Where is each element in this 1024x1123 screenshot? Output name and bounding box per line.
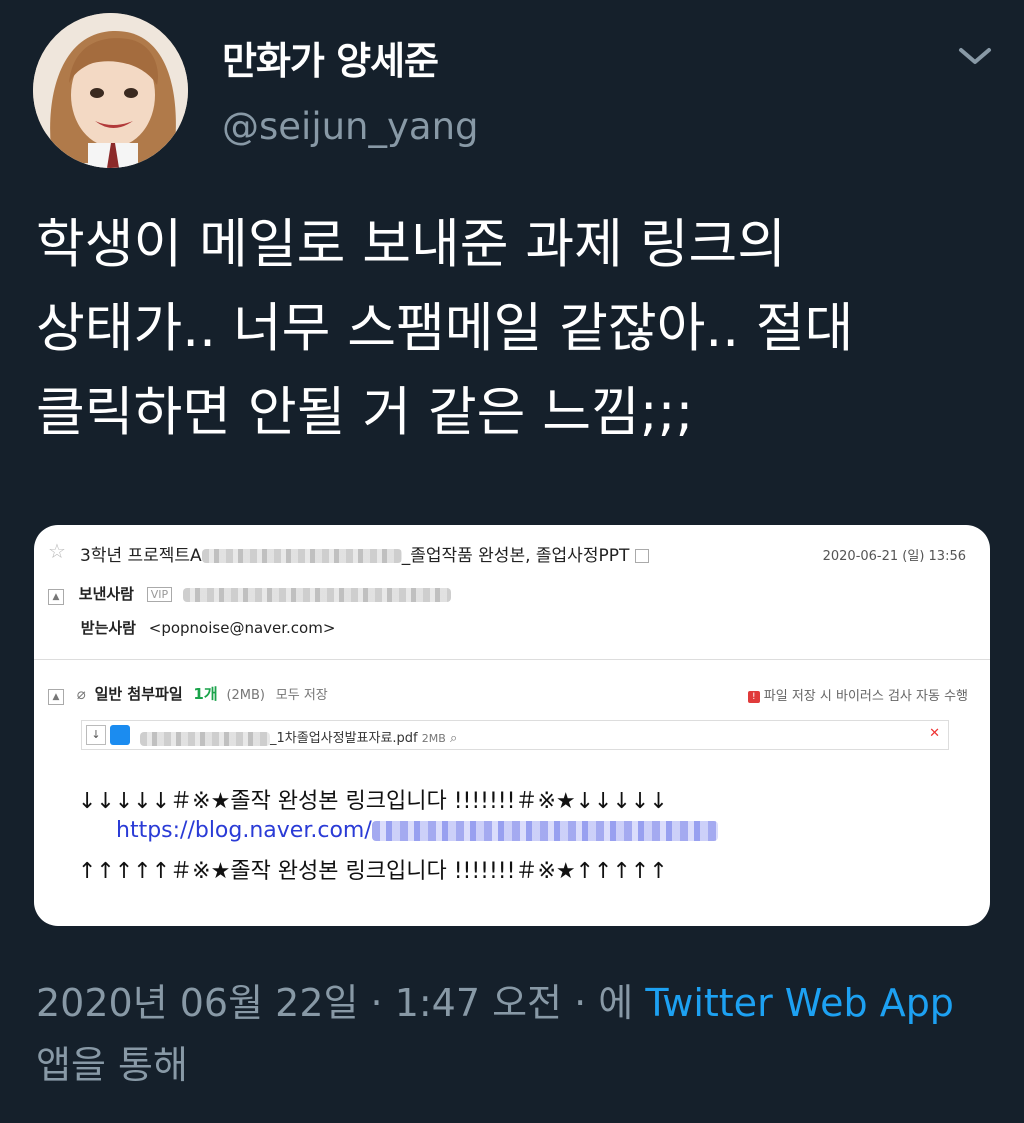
redacted-file-prefix (140, 731, 270, 746)
virus-notice: ! 파일 저장 시 바이러스 검사 자동 수행 (747, 685, 968, 704)
close-icon: ✕ (929, 726, 940, 741)
attachment-count: 1개 (193, 685, 218, 703)
avatar[interactable] (33, 13, 188, 168)
email-subject-suffix: _졸업작품 완성본, 졸업사정PPT (401, 546, 630, 566)
star-icon: ☆ (48, 539, 66, 563)
attached-image[interactable]: ☆ 3학년 프로젝트A _졸업작품 완성본, 졸업사정PPT 2020-06-21… (34, 525, 990, 926)
virus-notice-text: 파일 저장 시 바이러스 검사 자동 수행 (763, 689, 968, 704)
warning-icon: ! (747, 690, 760, 703)
user-handle[interactable]: @seijun_yang (222, 105, 479, 148)
paperclip-icon: ⌀ (76, 685, 86, 703)
tweet-meta: 2020년 06월 22일 · 1:47 오전 · 에 Twitter Web … (36, 972, 996, 1096)
via-suffix: 앱을 통해 (36, 1043, 188, 1087)
link-prefix: https://blog.naver.com/ (116, 818, 372, 843)
tweet-line: 클릭하면 안될 거 같은 느낌;;; (36, 382, 694, 443)
tweet-text: 학생이 메일로 보내준 과제 링크의 상태가.. 너무 스팸메일 같잖아.. 절… (36, 203, 996, 455)
attachment-size: (2MB) (226, 688, 265, 703)
email-body-line: ↑↑↑↑↑＃※★졸작 완성본 링크입니다 !!!!!!!＃※★↑↑↑↑↑ (78, 859, 668, 884)
chevron-down-icon[interactable] (955, 38, 995, 72)
attachment-row: ▲ ⌀ 일반 첨부파일 1개 (2MB) 모두 저장 ! 파일 저장 시 바이러스… (48, 683, 968, 705)
vip-badge: VIP (146, 587, 173, 602)
email-date: 2020-06-21 (일) 13:56 (822, 549, 966, 564)
email-subject-row: ☆ 3학년 프로젝트A _졸업작품 완성본, 졸업사정PPT 2020-06-21… (34, 539, 990, 569)
attachment-file: ↓ _1차졸업사정발표자료.pdf 2MB ⌕ ✕ (81, 720, 949, 750)
recipient-label: 받는사람 (80, 619, 136, 637)
search-icon: ⌕ (449, 731, 458, 746)
email-body-line: ↓↓↓↓↓＃※★졸작 완성본 링크입니다 !!!!!!!＃※★↓↓↓↓↓ (78, 789, 668, 814)
email-body-link: https://blog.naver.com/ (116, 818, 718, 843)
file-size: 2MB (421, 732, 446, 745)
email-subject: 3학년 프로젝트A _졸업작품 완성본, 졸업사정PPT (80, 541, 650, 566)
display-name[interactable]: 만화가 양세준 (222, 30, 439, 85)
download-icon: ↓ (86, 725, 106, 745)
attachment-label: 일반 첨부파일 (94, 685, 183, 703)
file-name: _1차졸업사정발표자료.pdf 2MB ⌕ (140, 727, 457, 746)
cloud-icon (110, 725, 130, 745)
collapse-icon: ▲ (48, 689, 64, 705)
sender-row: ▲ 보낸사람 VIP (48, 583, 451, 605)
save-all-link: 모두 저장 (275, 688, 328, 703)
redacted-text (201, 549, 402, 563)
collapse-icon: ▲ (48, 589, 64, 605)
tweet-timestamp[interactable]: 2020년 06월 22일 · 1:47 오전 · 에 (36, 981, 633, 1025)
source-app-link[interactable]: Twitter Web App (645, 981, 954, 1025)
recipient-row: 받는사람 <popnoise@naver.com> (48, 617, 336, 638)
tweet-line: 학생이 메일로 보내준 과제 링크의 (36, 214, 787, 275)
sender-label: 보낸사람 (78, 585, 134, 603)
external-icon (635, 549, 650, 563)
divider (34, 659, 990, 660)
redacted-link (371, 821, 718, 841)
redacted-sender (182, 587, 451, 602)
tweet-line: 상태가.. 너무 스팸메일 같잖아.. 절대 (36, 298, 854, 359)
recipient-value: <popnoise@naver.com> (148, 619, 336, 637)
file-name-suffix: _1차졸업사정발표자료.pdf (270, 731, 418, 746)
email-subject-prefix: 3학년 프로젝트A (80, 546, 202, 566)
